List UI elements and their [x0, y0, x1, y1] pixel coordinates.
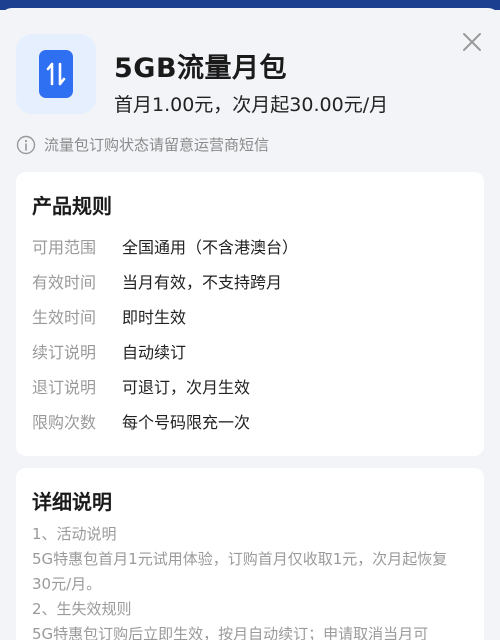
rule-row-renewal: 续订说明 自动续订 [32, 339, 186, 363]
details-line: 5G特惠包订购后立即生效，按月自动续订；申请取消当月可 [32, 625, 429, 640]
rule-key: 有效时间 [32, 273, 97, 292]
notice-text: 流量包订购状态请留意运营商短信 [44, 136, 270, 154]
details-title: 详细说明 [32, 490, 112, 514]
rule-row-effective: 生效时间 即时生效 [32, 304, 186, 328]
rule-key: 续订说明 [32, 343, 97, 362]
rule-row-unsubscribe: 退订说明 可退订，次月生效 [32, 374, 250, 398]
data-transfer-icon [16, 34, 96, 114]
details-line: 5G特惠包首月1元试用体验，订购首月仅收取1元，次月起恢复 [32, 550, 448, 568]
rule-value: 即时生效 [122, 308, 187, 327]
rules-title: 产品规则 [32, 194, 112, 218]
rule-value: 当月有效，不支持跨月 [122, 273, 283, 292]
product-sheet: 5GB流量月包 首月1.00元，次月起30.00元/月 流量包订购状态请留意运营… [0, 8, 500, 640]
rule-value: 每个号码限充一次 [122, 413, 251, 432]
product-rules-card: 产品规则 可用范围 全国通用（不含港澳台） 有效时间 当月有效，不支持跨月 生效… [16, 172, 484, 456]
status-notice: 流量包订购状态请留意运营商短信 [16, 134, 269, 155]
rule-row-validity: 有效时间 当月有效，不支持跨月 [32, 269, 282, 293]
details-card: 详细说明 1、活动说明 5G特惠包首月1元试用体验，订购首月仅收取1元，次月起恢… [16, 468, 484, 640]
rule-key: 限购次数 [32, 413, 97, 432]
close-icon[interactable] [460, 30, 484, 54]
details-line: 2、生失效规则 [32, 600, 132, 618]
details-line: 30元/月。 [32, 575, 102, 593]
details-body: 1、活动说明 5G特惠包首月1元试用体验，订购首月仅收取1元，次月起恢复 30元… [32, 522, 472, 640]
details-line: 1、活动说明 [32, 525, 117, 543]
rule-key: 生效时间 [32, 308, 97, 327]
product-title: 5GB流量月包 [114, 53, 288, 84]
rule-key: 可用范围 [32, 238, 97, 257]
rule-key: 退订说明 [32, 378, 97, 397]
rule-value: 自动续订 [122, 343, 187, 362]
rule-row-purchase-limit: 限购次数 每个号码限充一次 [32, 409, 250, 433]
rule-value: 全国通用（不含港澳台） [122, 238, 299, 257]
rule-row-scope: 可用范围 全国通用（不含港澳台） [32, 234, 298, 258]
rule-value: 可退订，次月生效 [122, 378, 251, 397]
product-price: 首月1.00元，次月起30.00元/月 [114, 94, 389, 116]
info-icon [16, 135, 36, 155]
